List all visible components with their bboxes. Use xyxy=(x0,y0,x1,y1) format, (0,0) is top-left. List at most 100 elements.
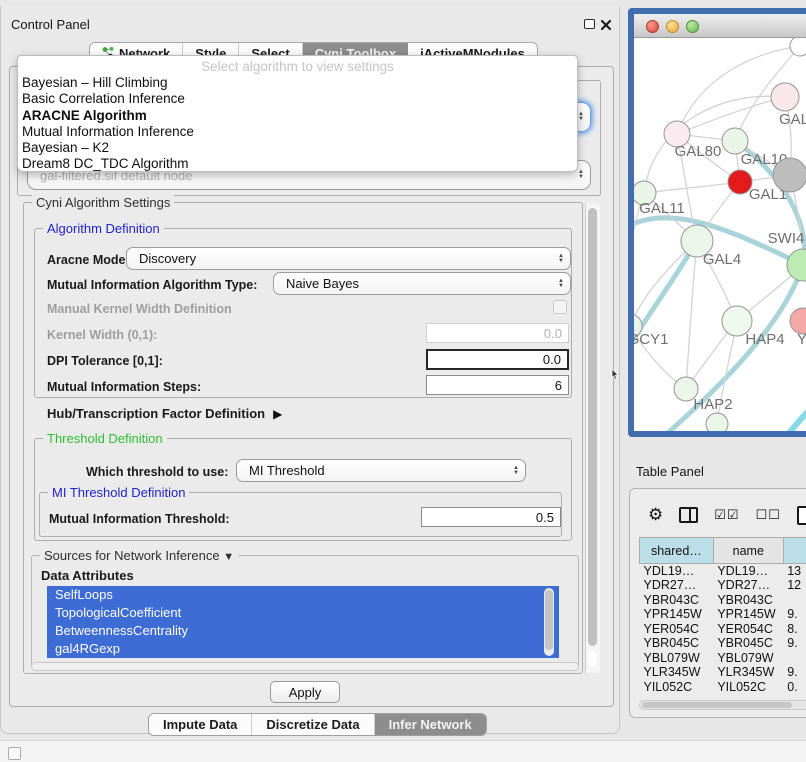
table-row[interactable]: YPR145WYPR145W9. xyxy=(640,607,806,622)
table-row[interactable]: YBR043CYBR043C xyxy=(640,593,806,608)
tab-infer-network[interactable]: Infer Network xyxy=(375,714,486,735)
dpi-tolerance-label: DPI Tolerance [0,1]: xyxy=(47,354,163,368)
dpi-tolerance-field[interactable]: 0.0 xyxy=(426,349,569,370)
network-edge[interactable] xyxy=(772,404,806,431)
table-row[interactable]: YDL19…YDL19…13 xyxy=(640,564,806,579)
list-item[interactable]: SelfLoops xyxy=(47,586,559,604)
new-table-icon[interactable] xyxy=(797,506,806,525)
list-scrollbar[interactable] xyxy=(544,588,554,656)
tab-label: Infer Network xyxy=(389,717,472,732)
group-title: Sources for Network Inference ▼ xyxy=(40,548,238,563)
list-item[interactable]: TopologicalCoefficient xyxy=(47,604,559,622)
mi-type-label: Mutual Information Algorithm Type: xyxy=(47,278,257,292)
list-scrollbar-thumb[interactable] xyxy=(545,590,553,650)
select-all-checkboxes-icon[interactable]: ☑☑ xyxy=(714,507,739,523)
mouse-cursor xyxy=(611,367,620,385)
gear-icon[interactable]: ⚙ xyxy=(648,505,663,525)
table-row[interactable]: YBR045CYBR045C9. xyxy=(640,636,806,651)
network-node-label: GCY1 xyxy=(634,331,668,348)
mi-steps-field[interactable]: 6 xyxy=(426,375,569,395)
float-window-icon[interactable] xyxy=(584,19,595,29)
close-traffic-light[interactable] xyxy=(646,20,659,33)
which-threshold-label: Which threshold to use: xyxy=(86,465,228,479)
network-edge[interactable] xyxy=(686,241,697,389)
group-title: Algorithm Definition xyxy=(43,221,164,236)
network-canvas[interactable]: GALGAL80GAL10GAL1GAL11SWI4GAL4GCY1HAP4YH… xyxy=(634,38,806,431)
sources-title: Sources for Network Inference xyxy=(44,548,220,563)
network-node-label: HAP2 xyxy=(693,396,732,413)
apply-button[interactable]: Apply xyxy=(270,681,340,703)
table-row[interactable]: YBL079WYBL079W xyxy=(640,651,806,666)
kernel-width-field[interactable]: 0.0 xyxy=(426,323,569,343)
menu-item[interactable]: Bayesian – Hill Climbing xyxy=(18,75,577,91)
collapse-arrow-icon[interactable]: ▼ xyxy=(223,551,234,563)
network-node-label: GAL80 xyxy=(675,143,722,160)
close-icon[interactable] xyxy=(600,18,612,30)
network-view-window[interactable]: GALGAL80GAL10GAL1GAL11SWI4GAL4GCY1HAP4YH… xyxy=(628,8,806,437)
stepper-icon: ▲▼ xyxy=(513,466,519,476)
network-svg: GALGAL80GAL10GAL1GAL11SWI4GAL4GCY1HAP4YH… xyxy=(634,38,806,431)
minimize-traffic-light[interactable] xyxy=(666,20,679,33)
tab-impute-data[interactable]: Impute Data xyxy=(149,714,252,735)
which-threshold-value: MI Threshold xyxy=(249,463,325,478)
stepper-icon: ▲▼ xyxy=(578,112,584,122)
network-node-gray-node[interactable] xyxy=(773,158,806,192)
table-scrollbar-thumb[interactable] xyxy=(642,702,792,708)
stepper-icon: ▲▼ xyxy=(578,170,584,180)
settings-vertical-scrollbar[interactable] xyxy=(585,203,600,673)
node-attribute-table: shared… name A YDL19…YDL19…13 YDR27…YDR2… xyxy=(639,537,806,694)
mi-threshold-value: 0.5 xyxy=(536,510,554,525)
network-node-top-partial[interactable] xyxy=(790,38,806,56)
menu-item[interactable]: Mutual Information Inference xyxy=(18,124,577,140)
cyni-mode-tabs: Impute Data Discretize Data Infer Networ… xyxy=(148,713,487,736)
menu-item-selected[interactable]: ARACNE Algorithm xyxy=(18,108,577,124)
table-header-row: shared… name A xyxy=(640,538,806,564)
menu-item[interactable]: Dream8 DC_TDC Algorithm xyxy=(18,156,577,172)
zoom-traffic-light[interactable] xyxy=(686,20,699,33)
kernel-width-label: Kernel Width (0,1): xyxy=(47,328,157,342)
table-row[interactable]: YLR345WYLR345W9. xyxy=(640,665,806,680)
which-threshold-combo[interactable]: MI Threshold ▲▼ xyxy=(236,459,526,482)
group-title: MI Threshold Definition xyxy=(48,485,189,500)
group-title: Cyni Algorithm Settings xyxy=(32,195,174,210)
network-node-bottom-node[interactable] xyxy=(706,413,728,431)
mi-threshold-field[interactable]: 0.5 xyxy=(421,507,561,527)
tab-discretize-data[interactable]: Discretize Data xyxy=(252,714,374,735)
network-window-titlebar[interactable] xyxy=(634,14,806,38)
aracne-mode-label: Aracne Mode: xyxy=(47,253,130,267)
scrollbar-end-cap xyxy=(588,651,597,667)
panel-corner-icon[interactable] xyxy=(8,747,21,760)
network-node-label: GAL11 xyxy=(639,200,685,217)
panel-title: Control Panel xyxy=(11,17,90,32)
settings-horizontal-scrollbar[interactable] xyxy=(31,662,579,671)
list-item[interactable]: BetweennessCentrality xyxy=(47,622,559,640)
table-panel: ⚙ ☑☑ ☐☐ shared… name A YDL19…YDL19…13 YD… xyxy=(629,488,806,718)
deselect-all-checkboxes-icon[interactable]: ☐☐ xyxy=(756,507,781,523)
column-view-icon[interactable] xyxy=(679,507,698,523)
aracne-mode-combo[interactable]: Discovery ▲▼ xyxy=(126,247,571,270)
network-edge[interactable] xyxy=(644,182,740,193)
menu-item[interactable]: Bayesian – K2 xyxy=(18,140,577,156)
list-item[interactable]: gal4RGexp xyxy=(47,640,559,658)
network-node-gal-top[interactable] xyxy=(771,83,799,111)
table-row[interactable]: YDR27…YDR27…12 xyxy=(640,578,806,593)
table-horizontal-scrollbar[interactable] xyxy=(639,700,806,710)
stepper-icon: ▲▼ xyxy=(558,254,564,264)
column-header-partial[interactable]: A xyxy=(783,538,806,564)
hub-definition-expander[interactable]: Hub/Transcription Factor Definition ▶ xyxy=(47,406,282,421)
table-row[interactable]: YER054CYER054C8. xyxy=(640,622,806,637)
column-header-name[interactable]: name xyxy=(713,538,783,564)
mi-type-combo[interactable]: Naive Bayes ▲▼ xyxy=(273,272,571,295)
table-toolbar: ⚙ ☑☑ ☐☐ xyxy=(648,505,806,525)
table-row[interactable]: YIL052CYIL052C0. xyxy=(640,680,806,695)
dpi-tolerance-value: 0.0 xyxy=(543,352,561,367)
manual-kernel-label: Manual Kernel Width Definition xyxy=(47,302,232,316)
data-attributes-label: Data Attributes xyxy=(41,568,134,583)
menu-item[interactable]: Basic Correlation Inference xyxy=(18,91,577,107)
settings-scrollbar-thumb[interactable] xyxy=(588,208,597,646)
manual-kernel-checkbox[interactable] xyxy=(553,300,567,314)
column-header-shared-name[interactable]: shared… xyxy=(640,538,714,564)
tab-label: Discretize Data xyxy=(266,717,359,732)
data-attributes-list: SelfLoops TopologicalCoefficient Between… xyxy=(47,586,559,658)
algorithm-dropdown-popup: Select algorithm to view settings Bayesi… xyxy=(17,55,578,172)
